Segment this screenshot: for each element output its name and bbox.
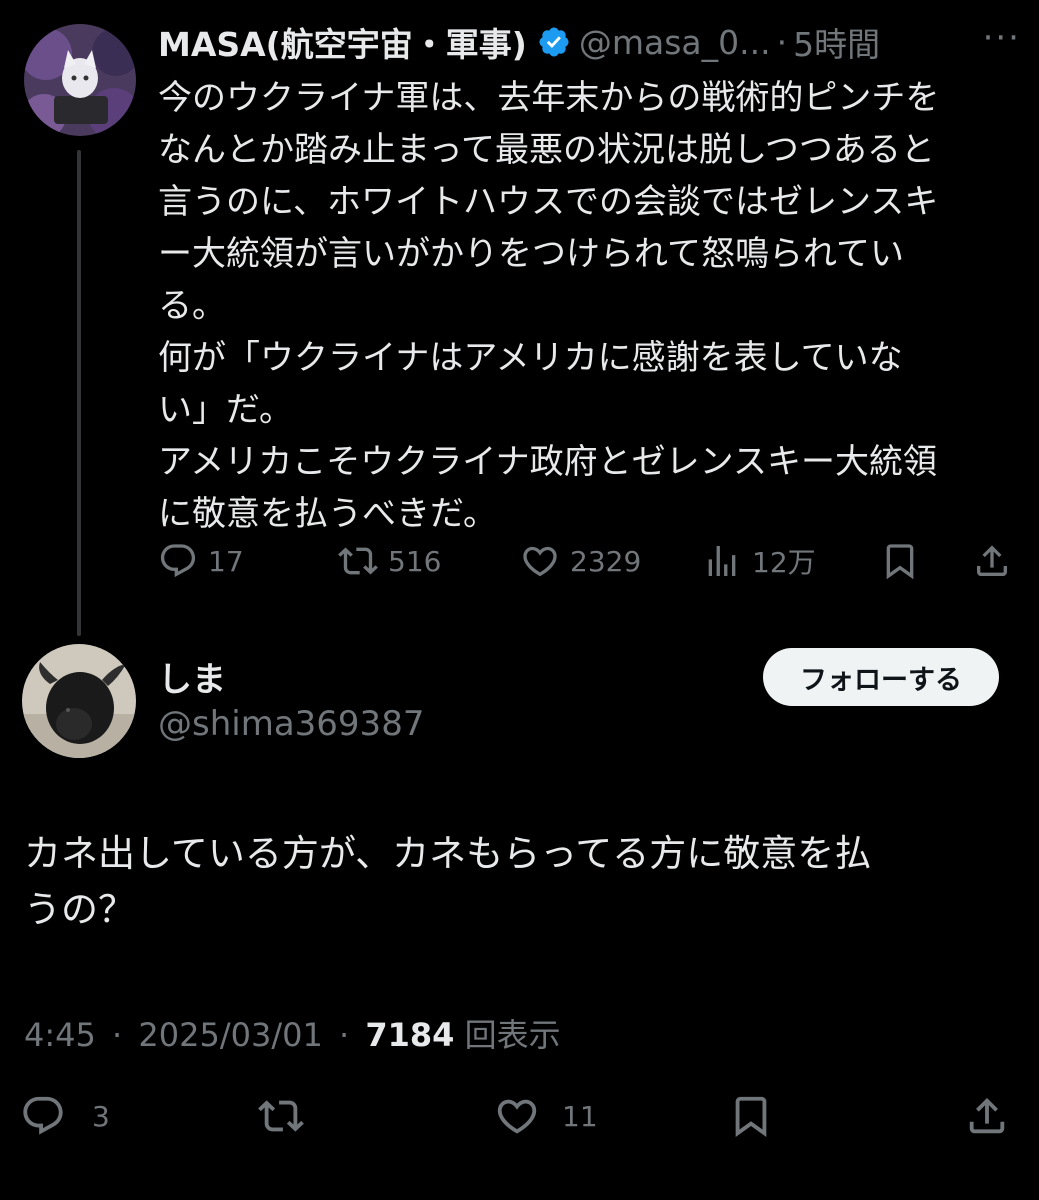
- views-button[interactable]: 12万: [702, 538, 816, 584]
- reply-icon: [23, 1096, 63, 1135]
- shima-handle[interactable]: @shima369387: [158, 704, 424, 744]
- repost-count: 516: [388, 544, 442, 578]
- bookmark-button[interactable]: [880, 538, 920, 584]
- masa-display-name[interactable]: MASA(航空宇宙・軍事): [158, 18, 527, 66]
- shima-avatar-image: [22, 644, 136, 758]
- share-icon: [977, 545, 1007, 576]
- masa-avatar-image: [24, 24, 136, 136]
- masa-handle[interactable]: @masa_0...: [579, 23, 771, 62]
- reply-count: 17: [208, 544, 244, 578]
- view-count: 7184: [365, 1016, 455, 1054]
- shima-display-name[interactable]: しま: [158, 652, 226, 701]
- reply-icon: [160, 544, 196, 578]
- more-options-icon[interactable]: ···: [983, 18, 1021, 58]
- original-post-actions: 17 516 2329 12万: [158, 538, 1018, 584]
- like-button[interactable]: 11: [494, 1090, 598, 1142]
- reply-button[interactable]: 17: [158, 538, 244, 584]
- bookmark-button[interactable]: [728, 1090, 774, 1142]
- post-time[interactable]: 4:45: [24, 1016, 96, 1054]
- like-count: 2329: [570, 544, 642, 578]
- post-time[interactable]: 5時間: [793, 18, 880, 66]
- repost-button[interactable]: [258, 1090, 304, 1142]
- reply-count: 3: [92, 1099, 110, 1133]
- analytics-icon: [708, 546, 736, 576]
- share-button[interactable]: [964, 1090, 1010, 1142]
- separator-dot: ·: [776, 22, 788, 62]
- reply-button[interactable]: 3: [20, 1090, 110, 1142]
- share-icon: [969, 1097, 1005, 1134]
- like-count: 11: [562, 1099, 598, 1133]
- view-count: 12万: [752, 546, 816, 579]
- verified-badge-icon: [539, 27, 569, 57]
- separator-dot: ·: [338, 1016, 350, 1054]
- repost-icon: [338, 547, 378, 575]
- follow-button[interactable]: フォローする: [763, 648, 999, 706]
- original-post-text: 今のウクライナ軍は、去年末からの戦術的ピンチを なんとか踏み止まって最悪の状況は…: [158, 78, 940, 534]
- repost-button[interactable]: 516: [338, 538, 441, 584]
- separator-dot: ·: [112, 1016, 123, 1054]
- masa-avatar[interactable]: [24, 24, 136, 136]
- repost-icon: [258, 1100, 304, 1132]
- reply-post-text: カネ出している方が、カネもらってる方に敬意を払 うの？: [24, 832, 872, 931]
- thread-connector-line: [77, 150, 81, 636]
- shima-avatar[interactable]: [22, 644, 136, 758]
- heart-icon: [497, 1099, 537, 1134]
- post-meta: 4:45 · 2025/03/01 · 7184 回表示: [24, 1010, 561, 1056]
- reply-post-actions: 3 11: [20, 1090, 1020, 1142]
- heart-icon: [523, 546, 557, 577]
- post-date[interactable]: 2025/03/01: [138, 1016, 322, 1054]
- bookmark-icon: [886, 544, 914, 580]
- share-button[interactable]: [972, 538, 1012, 584]
- like-button[interactable]: 2329: [520, 538, 641, 584]
- original-post-header: MASA(航空宇宙・軍事) @masa_0... · 5時間: [158, 18, 1018, 66]
- view-label: 回表示: [464, 1016, 561, 1054]
- bookmark-icon: [735, 1096, 767, 1137]
